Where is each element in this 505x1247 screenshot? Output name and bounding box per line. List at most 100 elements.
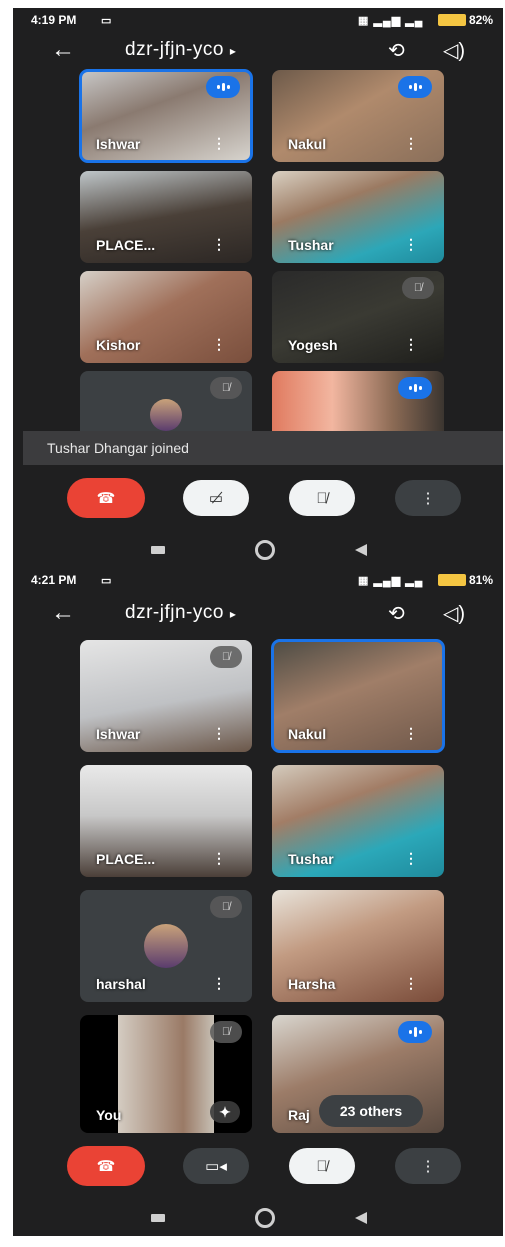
participant-name: Yogesh xyxy=(288,337,338,353)
speaking-indicator-icon xyxy=(206,76,240,98)
others-chip[interactable]: 23 others xyxy=(319,1095,423,1127)
android-nav-bar xyxy=(13,1204,503,1234)
more-vert-icon[interactable]: ⋮ xyxy=(212,135,226,152)
participant-name: PLACE... xyxy=(96,851,156,867)
back-nav-icon[interactable] xyxy=(355,544,367,556)
more-vert-icon[interactable]: ⋮ xyxy=(404,135,418,152)
meeting-code[interactable]: dzr-jfjn-yco ▸ xyxy=(125,602,236,624)
mic-off-icon: 🎙̸ xyxy=(316,489,328,507)
participant-name: Tushar xyxy=(288,237,334,253)
more-vert-icon[interactable]: ⋮ xyxy=(212,236,226,253)
more-vert-icon[interactable]: ⋮ xyxy=(404,336,418,353)
participant-tile[interactable]: Tushar ⋮ xyxy=(272,171,444,263)
participant-tile[interactable]: Tushar ⋮ xyxy=(272,765,444,877)
participant-name: PLACE... xyxy=(96,237,156,253)
end-call-button[interactable]: ☎ xyxy=(67,478,145,518)
participant-name: Nakul xyxy=(288,726,327,742)
battery-icon xyxy=(438,574,466,586)
effects-icon[interactable]: ✦ xyxy=(210,1101,240,1123)
end-call-icon: ☎ xyxy=(96,1158,116,1175)
meet-screen-2: 4:21 PM ▭ ▦ ▂▄▆ ▂▄ 81% ← dzr-jfjn-yco ▸ ⟲… xyxy=(13,568,503,1236)
meet-screen-1: 4:19 PM ▭ ▦ ▂▄▆ ▂▄ 82% ← dzr-jfjn-yco ▸ ⟲… xyxy=(13,8,503,568)
status-bar: 4:19 PM ▭ ▦ ▂▄▆ ▂▄ 82% xyxy=(13,8,503,32)
battery-level: 81% xyxy=(469,573,494,587)
speaking-indicator-icon xyxy=(398,1021,432,1043)
more-vert-icon[interactable]: ⋮ xyxy=(404,725,418,742)
participant-tile[interactable]: Ishwar ⋮ xyxy=(79,69,253,163)
participant-tile[interactable]: 🎙̸ Yogesh ⋮ xyxy=(272,271,444,363)
participant-tile[interactable]: Harsha ⋮ xyxy=(272,890,444,1002)
more-vert-icon[interactable]: ⋮ xyxy=(404,236,418,253)
mic-off-icon: 🎙̸ xyxy=(210,377,242,399)
home-icon[interactable] xyxy=(255,1208,275,1228)
signal-icon: ▦ ▂▄▆ ▂▄ xyxy=(358,574,424,587)
battery-icon xyxy=(438,14,466,26)
battery-indicator: 82% xyxy=(438,13,493,27)
end-call-button[interactable]: ☎ xyxy=(67,1146,145,1186)
mic-off-icon: 🎙̸ xyxy=(210,646,242,668)
participant-name: Ishwar xyxy=(96,726,141,742)
back-arrow-icon[interactable]: ← xyxy=(51,599,75,627)
participant-tile[interactable]: PLACE... ⋮ xyxy=(80,171,252,263)
participant-tile[interactable]: 🎙̸ xyxy=(80,371,252,431)
caret-right-icon: ▸ xyxy=(229,607,237,621)
battery-level: 82% xyxy=(469,13,494,27)
back-nav-icon[interactable] xyxy=(355,1212,367,1224)
participant-tile[interactable]: 🎙̸ Ishwar ⋮ xyxy=(80,640,252,752)
join-notification: Tushar Dhangar joined xyxy=(23,431,503,465)
status-time: 4:19 PM xyxy=(31,13,77,27)
more-options-button[interactable]: ⋮ xyxy=(395,480,461,516)
more-vert-icon[interactable]: ⋮ xyxy=(404,975,418,992)
recents-icon[interactable] xyxy=(151,1214,165,1222)
more-vert-icon[interactable]: ⋮ xyxy=(212,850,226,867)
more-vert-icon[interactable]: ⋮ xyxy=(212,336,226,353)
mic-toggle-button[interactable]: 🎙̸ xyxy=(289,480,355,516)
meeting-header: ← dzr-jfjn-yco ▸ ⟲ ◁) xyxy=(13,30,503,70)
switch-camera-icon[interactable]: ⟲ xyxy=(388,38,405,63)
camera-toggle-button[interactable]: ▭̸ xyxy=(183,480,249,516)
participant-name: Tushar xyxy=(288,851,334,867)
more-vert-icon[interactable]: ⋮ xyxy=(212,725,226,742)
back-arrow-icon[interactable]: ← xyxy=(51,36,75,64)
status-time: 4:21 PM xyxy=(31,573,77,587)
camera-toggle-button[interactable]: ▭◂ xyxy=(183,1148,249,1184)
more-vert-icon[interactable]: ⋮ xyxy=(212,975,226,992)
speaker-icon[interactable]: ◁) xyxy=(443,601,465,626)
battery-indicator: 81% xyxy=(438,573,493,587)
camera-icon: ▭◂ xyxy=(205,1158,227,1175)
meeting-header: ← dzr-jfjn-yco ▸ ⟲ ◁) xyxy=(13,593,503,633)
android-nav-bar xyxy=(13,536,503,566)
signal-icon: ▦ ▂▄▆ ▂▄ xyxy=(358,14,424,27)
speaking-indicator-icon xyxy=(398,76,432,98)
mic-off-icon: 🎙̸ xyxy=(210,1021,242,1043)
home-icon[interactable] xyxy=(255,540,275,560)
participant-tile[interactable]: Kishor ⋮ xyxy=(80,271,252,363)
caret-right-icon: ▸ xyxy=(229,44,237,58)
mic-toggle-button[interactable]: 🎙̸ xyxy=(289,1148,355,1184)
participant-name: Raj xyxy=(288,1107,310,1123)
mic-off-icon: 🎙̸ xyxy=(210,896,242,918)
participant-tile[interactable]: Nakul ⋮ xyxy=(271,639,445,753)
self-view-tile[interactable]: 🎙̸ You ✦ xyxy=(80,1015,252,1133)
camera-off-icon: ▭̸ xyxy=(208,490,224,507)
meeting-code[interactable]: dzr-jfjn-yco ▸ xyxy=(125,39,236,61)
participant-name: Ishwar xyxy=(96,136,141,152)
participant-tile[interactable]: PLACE... ⋮ xyxy=(80,765,252,877)
avatar xyxy=(150,399,182,431)
more-vert-icon: ⋮ xyxy=(420,1158,436,1175)
participant-tile[interactable] xyxy=(272,371,444,431)
recents-icon[interactable] xyxy=(151,546,165,554)
more-vert-icon[interactable]: ⋮ xyxy=(404,850,418,867)
participant-tile[interactable]: 🎙̸ harshal ⋮ xyxy=(80,890,252,1002)
participant-name: Kishor xyxy=(96,337,141,353)
participant-name: Nakul xyxy=(288,136,327,152)
switch-camera-icon[interactable]: ⟲ xyxy=(388,601,405,626)
status-bar: 4:21 PM ▭ ▦ ▂▄▆ ▂▄ 81% xyxy=(13,568,503,592)
participant-tile[interactable]: Nakul ⋮ xyxy=(272,70,444,162)
more-options-button[interactable]: ⋮ xyxy=(395,1148,461,1184)
avatar xyxy=(144,924,188,968)
cast-icon: ▭ xyxy=(101,574,112,587)
speaker-icon[interactable]: ◁) xyxy=(443,38,465,63)
mic-off-icon: 🎙̸ xyxy=(316,1157,328,1175)
speaking-indicator-icon xyxy=(398,377,432,399)
